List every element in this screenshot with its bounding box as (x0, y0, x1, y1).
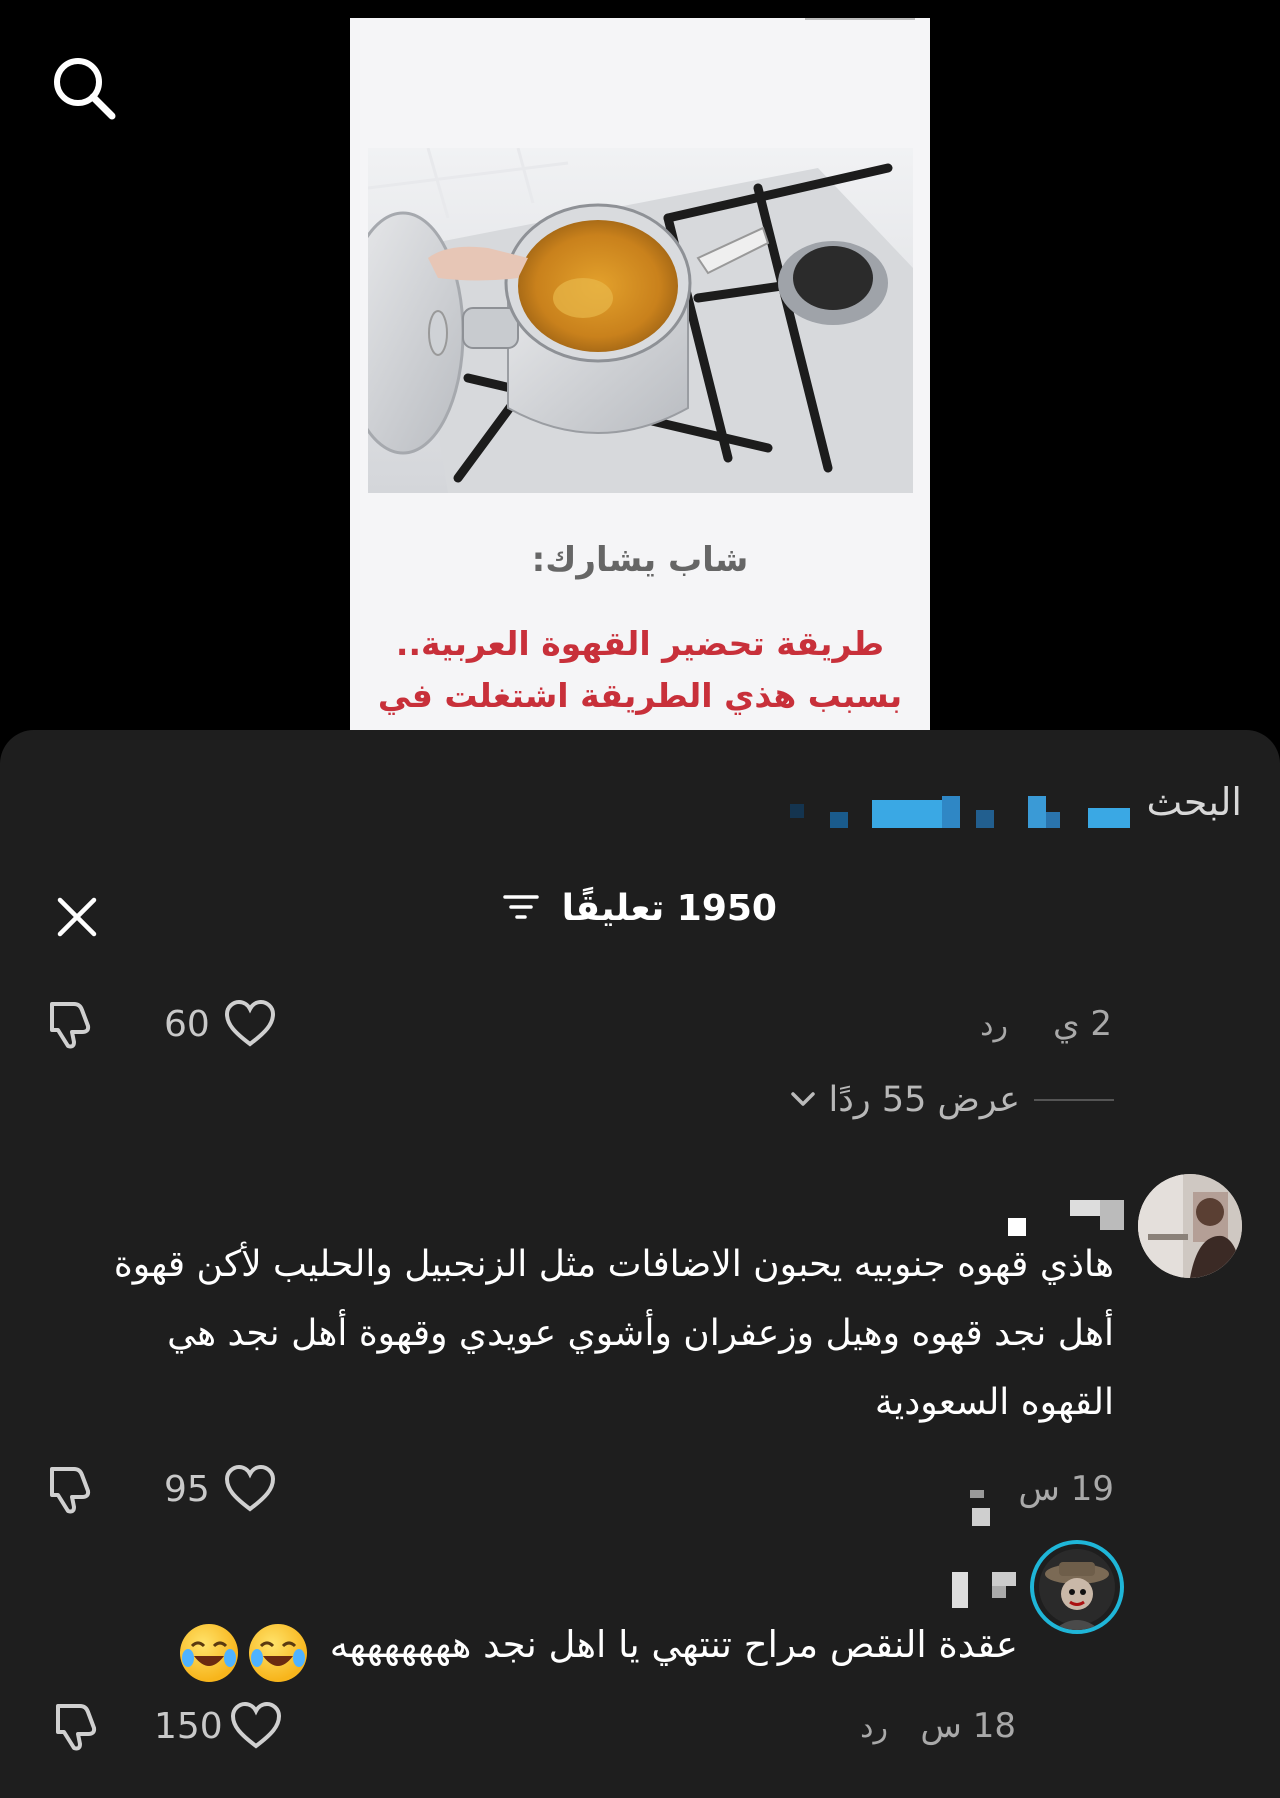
redacted-mark (970, 1490, 984, 1498)
replies-divider (1034, 1099, 1114, 1101)
heart-icon[interactable] (224, 1464, 276, 1517)
card-top-line (805, 18, 915, 20)
heart-icon[interactable] (224, 999, 276, 1052)
redacted-mark (972, 1508, 990, 1526)
post-headline: طريقة تحضير القهوة العربية.. بسبب هذي ال… (377, 624, 903, 715)
video-thumbnail[interactable]: شاب يشارك: طريقة تحضير القهوة العربية.. … (350, 18, 930, 730)
laughing-emoji-icon (179, 1623, 238, 1682)
laughing-emoji-icon (248, 1623, 307, 1682)
chevron-down-icon (790, 1088, 816, 1114)
avatar[interactable] (1138, 1174, 1242, 1278)
comments-count: 1950 (676, 888, 777, 929)
username-redacted[interactable] (950, 1568, 1022, 1610)
comments-count-label: تعليقًا (561, 888, 665, 929)
heart-icon[interactable] (230, 1701, 282, 1754)
post-subtitle: شاب يشارك: (531, 540, 749, 580)
comment-time: 2 ي (1052, 1004, 1112, 1044)
like-count: 95 (164, 1469, 210, 1510)
close-icon[interactable] (52, 892, 102, 942)
reply-button[interactable]: رد (860, 1710, 888, 1745)
search-label[interactable]: البحث (1147, 780, 1242, 824)
search-suggestion-redacted[interactable] (790, 786, 1135, 836)
view-replies-button[interactable]: عرض 55 ردًا (790, 1078, 1020, 1126)
dislike-icon[interactable] (44, 1463, 98, 1521)
coffee-pot-photo (368, 148, 913, 493)
reply-button[interactable]: رد (980, 1008, 1008, 1043)
filter-icon[interactable] (503, 890, 539, 931)
search-icon[interactable] (48, 52, 120, 124)
dislike-icon[interactable] (50, 1700, 104, 1758)
comment-time: 18 س (920, 1706, 1016, 1746)
like-count: 60 (164, 1004, 210, 1045)
comment-time: 19 س (1018, 1469, 1114, 1509)
comments-count-title: 1950 تعليقًا (0, 888, 1280, 931)
view-replies-label: عرض 55 ردًا (828, 1080, 1020, 1120)
like-count: 150 (154, 1706, 223, 1747)
comment-row: عقدة النقص مراح تنتهي يا اهل نجد ههههههه… (48, 1610, 1018, 1682)
comment-text: عقدة النقص مراح تنتهي يا اهل نجد ههههههه… (329, 1623, 1018, 1666)
comment-text: هاذي قهوه جنوبيه يحبون الاضافات مثل الزن… (113, 1244, 1114, 1423)
dislike-icon[interactable] (44, 998, 98, 1056)
avatar[interactable] (1030, 1540, 1124, 1634)
